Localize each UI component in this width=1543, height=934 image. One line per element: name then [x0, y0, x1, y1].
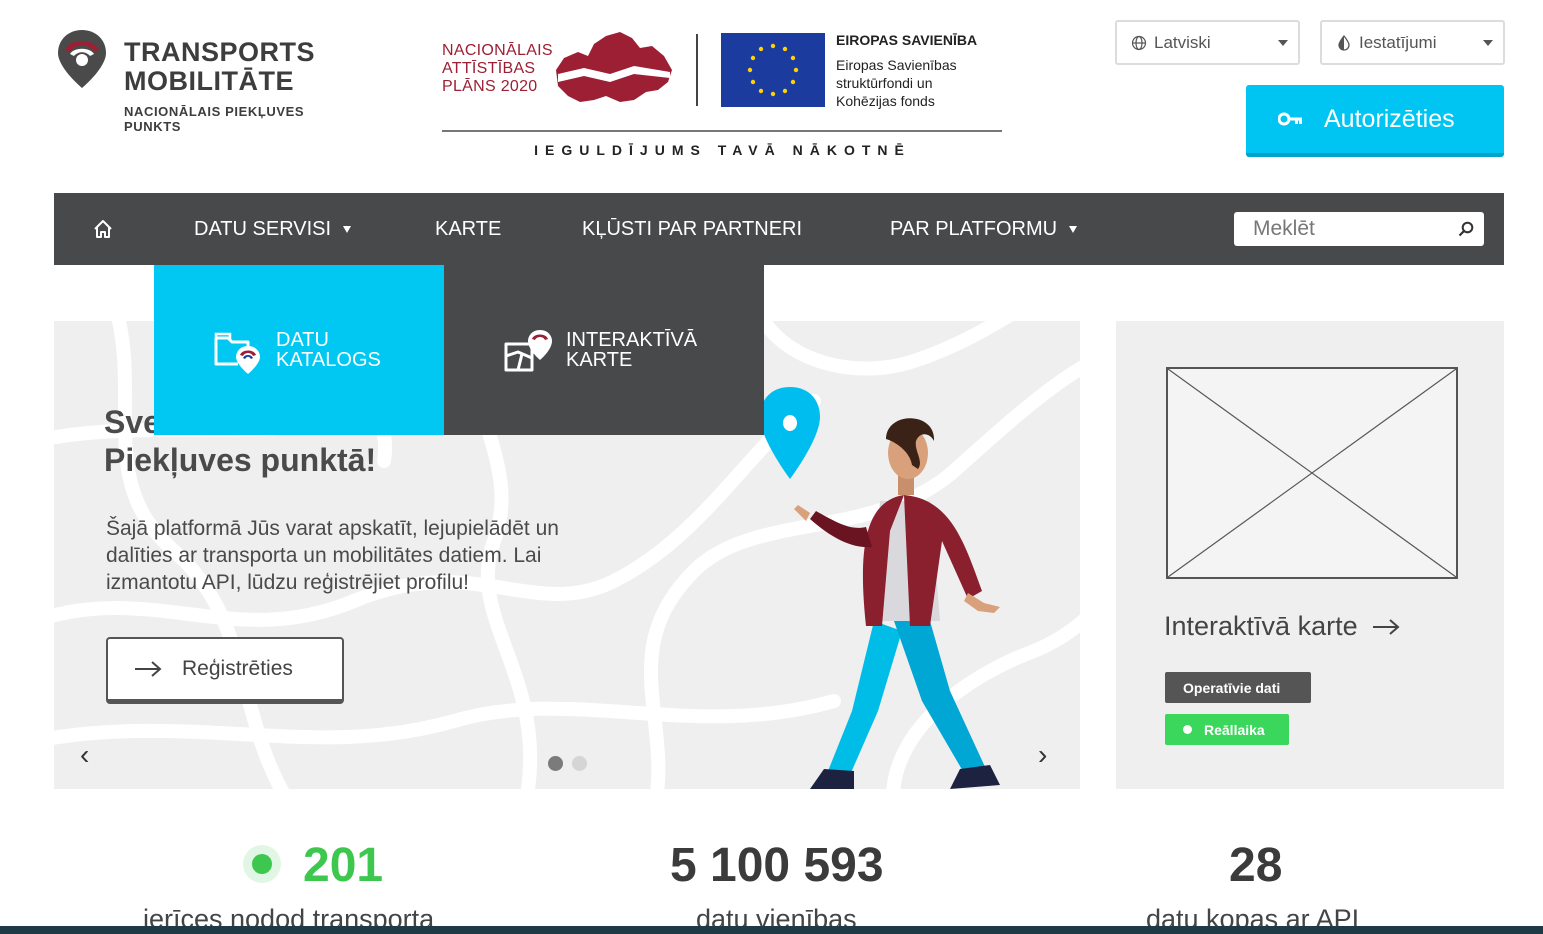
nav-home[interactable]	[92, 193, 116, 265]
eu-flag-icon	[721, 33, 825, 107]
eu-title: EIROPAS SAVIENĪBA	[836, 32, 978, 48]
live-dot-icon	[1183, 725, 1192, 734]
language-value: Latviski	[1154, 32, 1211, 52]
logo-title-line2: MOBILITĀTE	[124, 66, 294, 96]
nap-line2: ATTĪSTĪBAS	[442, 60, 536, 77]
person-with-pin-illustration	[760, 387, 1000, 789]
slider-dot-1[interactable]	[548, 756, 563, 771]
home-icon	[94, 220, 112, 238]
eu-subtitle: Eiropas Savienības struktūrfondi un Kohē…	[836, 56, 957, 110]
nav-about-platform[interactable]: PAR PLATFORMU	[890, 193, 1078, 265]
eu-line3: Kohēzijas fonds	[836, 93, 935, 109]
contrast-icon	[1338, 34, 1350, 51]
nav-become-partner-label: KĻŪSTI PAR PARTNERI	[582, 217, 803, 240]
main-nav: DATU SERVISI KARTE KĻŪSTI PAR PARTNERI P…	[54, 193, 1504, 265]
eu-divider	[696, 34, 698, 106]
stat-devices-value: 201	[303, 839, 384, 892]
eu-rule	[442, 130, 1002, 132]
login-button[interactable]: Autorizēties	[1246, 85, 1504, 157]
site-logo[interactable]: TRANSPORTS MOBILITĀTE NACIONĀLAIS PIEKĻU…	[56, 28, 336, 138]
nav-data-services-label: DATU SERVISI	[194, 217, 332, 240]
caret-down-icon	[343, 225, 352, 233]
hero-description: Šajā platformā Jūs varat apskatīt, lejup…	[106, 515, 559, 596]
search-input[interactable]	[1234, 212, 1449, 246]
chevron-down-icon	[1483, 40, 1493, 46]
register-button[interactable]: Reģistrēties	[106, 637, 344, 704]
nav-about-platform-label: PAR PLATFORMU	[890, 217, 1058, 240]
search-icon[interactable]	[1458, 221, 1474, 237]
latvia-map-logo	[556, 32, 672, 102]
map-line2: KARTE	[566, 349, 633, 371]
logo-subtitle-line1: NACIONĀLAIS PIEKĻUVES	[124, 104, 305, 119]
dropdown-interactive-map[interactable]: INTERAKTĪVĀ KARTE	[444, 265, 764, 435]
hero-heading-line2: Piekļuves punktā!	[104, 442, 377, 478]
arrow-right-icon	[135, 661, 162, 677]
search-box	[1234, 212, 1484, 246]
eu-slogan: IEGULDĪJUMS TAVĀ NĀKOTNĒ	[534, 142, 911, 158]
nav-become-partner[interactable]: KĻŪSTI PAR PARTNERI	[582, 193, 802, 265]
key-icon	[1278, 112, 1302, 126]
catalog-line2: KATALOGS	[276, 349, 381, 371]
login-label: Autorizēties	[1324, 104, 1455, 133]
nap-line1: NACIONĀLAIS	[442, 42, 553, 59]
folder-pin-icon	[214, 332, 260, 374]
nap-2020-text: NACIONĀLAIS ATTĪSTĪBAS PLĀNS 2020	[442, 42, 553, 96]
bottom-bar	[0, 926, 1543, 934]
arrow-right-icon	[1372, 618, 1400, 635]
settings-select[interactable]: Iestatījumi	[1320, 20, 1505, 65]
live-status-icon	[243, 845, 281, 883]
badge-realtime: Reāllaika	[1165, 714, 1289, 745]
stat-datasets-value: 28	[1229, 839, 1283, 892]
interactive-map-link[interactable]: Interaktīvā karte	[1164, 611, 1400, 642]
badge-operational-data: Operatīvie dati	[1165, 672, 1311, 703]
logo-subtitle: NACIONĀLAIS PIEKĻUVES PUNKTS	[124, 104, 304, 134]
eu-line2: struktūrfondi un	[836, 75, 933, 91]
nap-line3: PLĀNS 2020	[442, 78, 538, 95]
dropdown-data-catalog[interactable]: DATU KATALOGS	[154, 265, 444, 435]
slider-next-button[interactable]: ›	[1038, 739, 1047, 771]
logo-title-line1: TRANSPORTS	[124, 37, 316, 67]
globe-icon	[1131, 35, 1147, 50]
logo-subtitle-line2: PUNKTS	[124, 119, 182, 134]
language-select[interactable]: Latviski	[1115, 20, 1300, 65]
nav-map[interactable]: KARTE	[435, 193, 501, 265]
map-pin-logo-icon	[58, 30, 106, 88]
caret-down-icon	[1069, 225, 1078, 233]
hero-text-line2: dalīties ar transporta un mobilitātes da…	[106, 544, 542, 567]
catalog-line1: DATU	[276, 329, 329, 351]
map-pin-icon	[504, 330, 552, 372]
hero-text-line3: izmantotu API, lūdzu reģistrējiet profil…	[106, 571, 470, 594]
logo-title: TRANSPORTS MOBILITĀTE	[124, 38, 315, 96]
map-line1: INTERAKTĪVĀ	[566, 329, 698, 351]
chevron-down-icon	[1278, 40, 1288, 46]
nav-map-label: KARTE	[435, 217, 502, 240]
slider-prev-button[interactable]: ‹	[80, 739, 89, 771]
badge-realtime-label: Reāllaika	[1204, 721, 1265, 738]
page: TRANSPORTS MOBILITĀTE NACIONĀLAIS PIEKĻU…	[0, 0, 1543, 934]
nav-data-services[interactable]: DATU SERVISI	[194, 193, 352, 265]
eu-line1: Eiropas Savienības	[836, 57, 957, 73]
interactive-map-card[interactable]: Interaktīvā karte Operatīvie dati Reālla…	[1116, 321, 1504, 789]
side-card-title: Interaktīvā karte	[1164, 611, 1358, 641]
data-services-dropdown: DATU KATALOGS INTERAKTĪVĀ KARTE	[154, 265, 764, 435]
dropdown-catalog-label: DATU KATALOGS	[276, 330, 381, 370]
register-label: Reģistrēties	[182, 657, 293, 680]
stat-data-units-value: 5 100 593	[670, 839, 884, 892]
slider-dots	[548, 756, 587, 771]
eu-funding-banner: NACIONĀLAIS ATTĪSTĪBAS PLĀNS 2020 EIROPA…	[440, 28, 1005, 163]
slider-dot-2[interactable]	[572, 756, 587, 771]
settings-value: Iestatījumi	[1359, 32, 1437, 52]
dropdown-map-label: INTERAKTĪVĀ KARTE	[566, 330, 697, 370]
hero-text-line1: Šajā platformā Jūs varat apskatīt, lejup…	[106, 517, 559, 540]
image-placeholder	[1166, 367, 1458, 579]
